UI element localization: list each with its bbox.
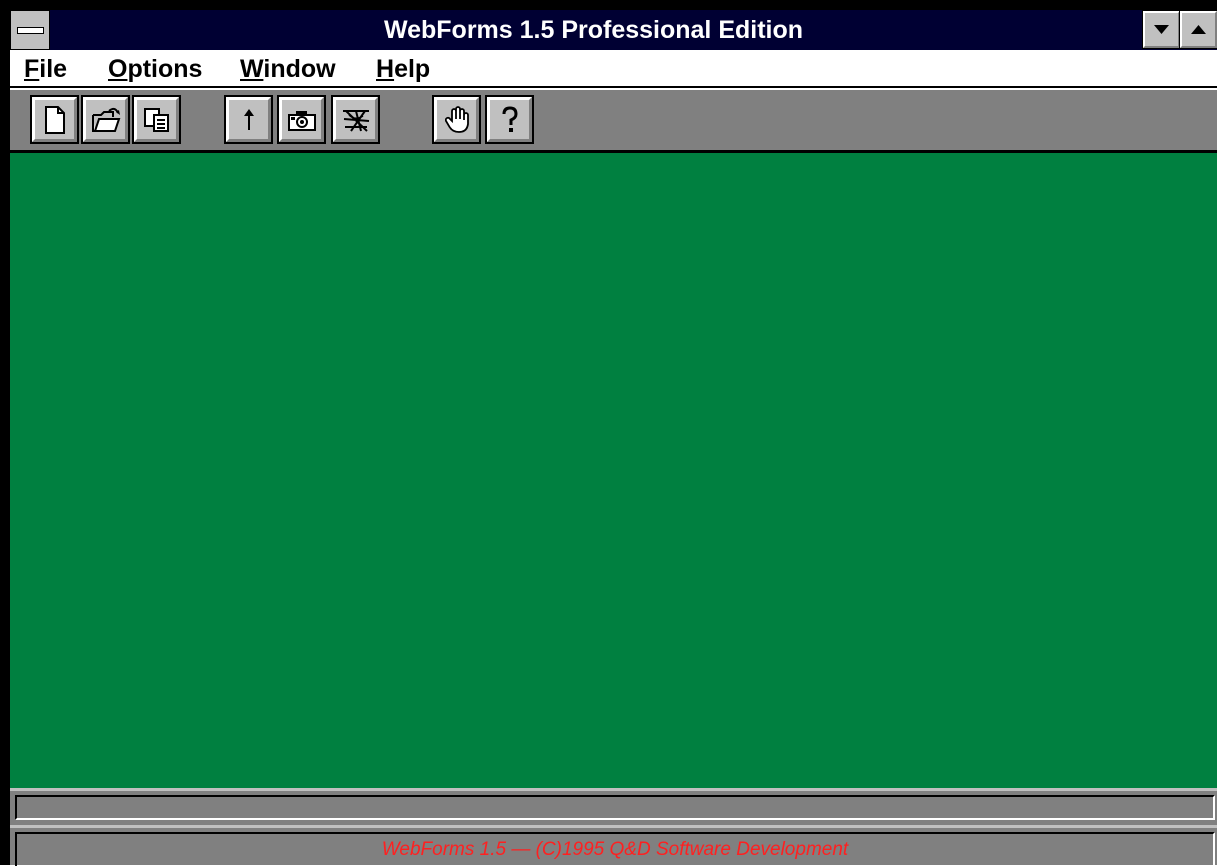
camera-icon bbox=[287, 110, 316, 131]
system-menu-button[interactable] bbox=[10, 10, 50, 50]
copy-icon bbox=[143, 107, 169, 132]
menu-window[interactable]: Window bbox=[232, 52, 344, 86]
stop-button[interactable] bbox=[432, 95, 481, 144]
new-button[interactable] bbox=[30, 95, 79, 144]
status-bar bbox=[10, 788, 1217, 825]
up-arrow-icon bbox=[243, 108, 254, 130]
snapshot-button[interactable] bbox=[277, 95, 326, 144]
upload-button[interactable] bbox=[224, 95, 273, 144]
window-title: WebForms 1.5 Professional Edition bbox=[383, 16, 804, 44]
app-window-frame: WebForms 1.5 Professional Edition File O… bbox=[0, 0, 1217, 866]
maximize-button[interactable] bbox=[1179, 10, 1217, 49]
copy-button[interactable] bbox=[132, 95, 181, 144]
status-message-panel bbox=[15, 795, 1215, 820]
copyright-text: WebForms 1.5 — (C)1995 Q&D Software Deve… bbox=[381, 839, 849, 860]
open-folder-icon bbox=[91, 107, 120, 132]
menu-file[interactable]: File bbox=[16, 52, 75, 86]
copyright-panel: WebForms 1.5 — (C)1995 Q&D Software Deve… bbox=[15, 832, 1215, 866]
menu-options[interactable]: Options bbox=[100, 52, 210, 86]
toolbar bbox=[10, 88, 1217, 153]
copyright-bar: WebForms 1.5 — (C)1995 Q&D Software Deve… bbox=[10, 825, 1217, 866]
help-question-icon bbox=[502, 105, 518, 132]
open-button[interactable] bbox=[81, 95, 130, 144]
mdi-client-area[interactable] bbox=[10, 153, 1217, 788]
spider-web-icon bbox=[342, 109, 369, 132]
minimize-arrow-icon bbox=[1154, 25, 1169, 34]
menu-bar: File Options Window Help bbox=[10, 50, 1217, 88]
minimize-button[interactable] bbox=[1142, 10, 1181, 49]
title-bar[interactable]: WebForms 1.5 Professional Edition bbox=[10, 10, 1217, 50]
web-button[interactable] bbox=[331, 95, 380, 144]
maximize-arrow-icon bbox=[1191, 25, 1206, 34]
hand-icon bbox=[444, 105, 469, 133]
menu-help[interactable]: Help bbox=[368, 52, 438, 86]
help-button[interactable] bbox=[485, 95, 534, 144]
system-menu-icon bbox=[17, 27, 44, 34]
new-document-icon bbox=[44, 105, 65, 134]
